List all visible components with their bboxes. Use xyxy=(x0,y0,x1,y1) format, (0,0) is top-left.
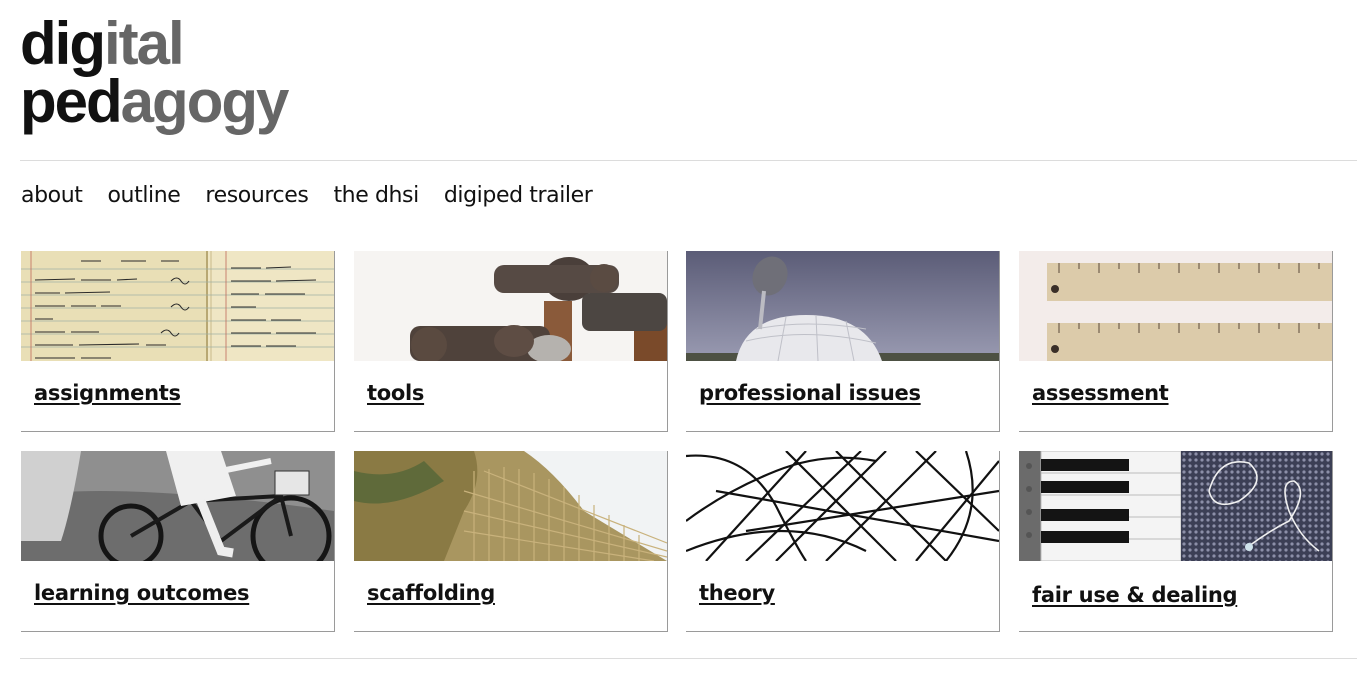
main-nav: about outline resources the dhsi digiped… xyxy=(21,183,593,208)
bamboo-scaffolding-image[interactable] xyxy=(354,451,667,561)
nav-the-dhsi[interactable]: the dhsi xyxy=(333,183,419,208)
tile-label-tools[interactable]: tools xyxy=(367,381,424,405)
cyclist-image[interactable] xyxy=(21,451,334,561)
line-pattern-image[interactable] xyxy=(686,451,999,561)
site-logo[interactable]: digital pedagogy xyxy=(20,10,289,135)
nav-outline[interactable]: outline xyxy=(107,183,180,208)
tile-label-assessment[interactable]: assessment xyxy=(1032,381,1169,405)
tile-fair-use-and-dealing[interactable]: fair use & dealing xyxy=(1019,451,1333,632)
tile-tools[interactable]: tools xyxy=(354,251,668,432)
rulers-image[interactable] xyxy=(1019,251,1332,361)
tile-scaffolding[interactable]: scaffolding xyxy=(354,451,668,632)
tile-learning-outcomes[interactable]: learning outcomes xyxy=(21,451,335,632)
piano-keys-fabric-image[interactable] xyxy=(1019,451,1332,561)
tile-label-fair-use-and-dealing[interactable]: fair use & dealing xyxy=(1032,583,1238,607)
tile-label-learning-outcomes[interactable]: learning outcomes xyxy=(34,581,250,605)
header-divider xyxy=(20,160,1357,161)
satellite-dish-dome-image[interactable] xyxy=(686,251,999,361)
nav-digiped-trailer[interactable]: digiped trailer xyxy=(444,183,593,208)
tile-assessment[interactable]: assessment xyxy=(1019,251,1333,432)
tile-assignments[interactable]: assignments xyxy=(21,251,335,432)
tile-label-professional-issues[interactable]: professional issues xyxy=(699,381,921,405)
handwritten-ledger-image[interactable] xyxy=(21,251,334,361)
tile-label-assignments[interactable]: assignments xyxy=(34,381,181,405)
tile-professional-issues[interactable]: professional issues xyxy=(686,251,1000,432)
tile-label-scaffolding[interactable]: scaffolding xyxy=(367,581,495,605)
logo-line-2: pedagogy xyxy=(20,68,289,135)
footer-divider xyxy=(20,658,1357,659)
tile-label-theory[interactable]: theory xyxy=(699,581,775,605)
hammers-image[interactable] xyxy=(354,251,667,361)
logo-line-1: digital xyxy=(20,10,185,77)
tile-theory[interactable]: theory xyxy=(686,451,1000,632)
nav-resources[interactable]: resources xyxy=(205,183,308,208)
nav-about[interactable]: about xyxy=(21,183,83,208)
